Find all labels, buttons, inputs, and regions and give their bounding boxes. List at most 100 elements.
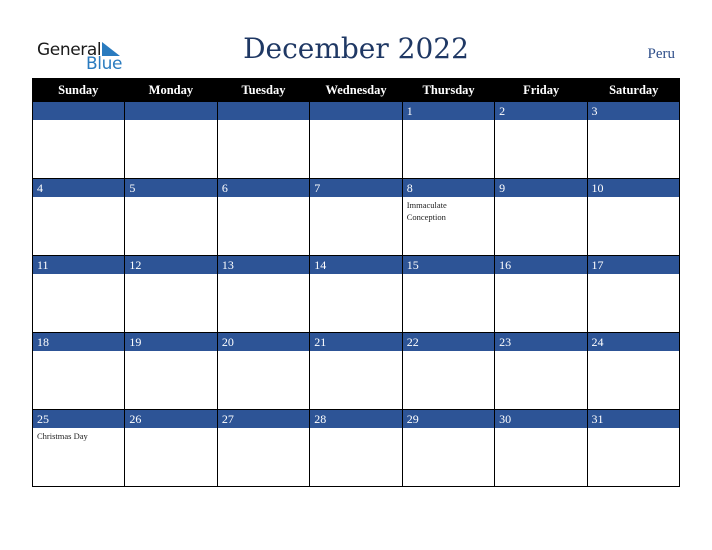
weekday-header: Friday [523,83,560,97]
day-number: 24 [587,333,679,351]
holiday-label [588,274,679,276]
day-number: 22 [402,333,495,351]
week-row: 4 5 6 7 8 Immaculate Conception 9 10 [32,179,680,256]
week-row: 11 12 13 14 15 16 17 [32,256,680,333]
day-number: 17 [587,256,679,274]
day-cell[interactable]: 7 [310,179,403,256]
day-cell[interactable]: 25 Christmas Day [33,410,126,487]
day-number: 14 [310,256,402,274]
holiday-label [403,351,494,353]
day-cell[interactable]: 10 [587,179,680,256]
holiday-label [218,428,309,430]
holiday-label [125,197,216,199]
holiday-label [33,120,124,122]
holiday-label [495,274,586,276]
holiday-label [125,120,216,122]
holiday-label [310,351,401,353]
day-number [125,102,217,120]
holiday-label [218,274,309,276]
holiday-label [218,197,309,199]
holiday-label [403,274,494,276]
day-cell[interactable] [217,102,311,179]
day-cell[interactable]: 26 [125,410,218,487]
day-number: 31 [587,410,679,428]
day-cell[interactable]: 14 [310,256,403,333]
day-number: 10 [587,179,679,197]
day-cell[interactable]: 16 [495,256,588,333]
day-number: 16 [495,256,587,274]
day-cell[interactable]: 8 Immaculate Conception [402,179,496,256]
holiday-label [33,351,124,353]
day-cell[interactable]: 31 [587,410,680,487]
day-cell[interactable]: 5 [125,179,218,256]
holiday-label [588,428,679,430]
day-cell[interactable]: 17 [587,256,680,333]
holiday-label: Christmas Day [37,431,88,441]
day-cell[interactable]: 23 [495,333,588,410]
holiday-label [495,197,586,199]
day-number: 6 [217,179,310,197]
day-number: 26 [125,410,217,428]
day-cell[interactable]: 13 [217,256,311,333]
holiday-label [495,351,586,353]
calendar-grid: Sunday Monday Tuesday Wednesday Thursday… [32,78,680,487]
day-cell[interactable]: 2 [495,102,588,179]
day-cell[interactable]: 29 [402,410,496,487]
holiday-label [588,120,679,122]
holiday-label [310,428,401,430]
day-cell[interactable] [125,102,218,179]
day-number: 7 [310,179,402,197]
day-number [217,102,310,120]
day-number: 18 [33,333,125,351]
day-cell[interactable]: 28 [310,410,403,487]
day-number: 30 [495,410,587,428]
holiday-label [403,428,494,430]
day-cell[interactable] [310,102,403,179]
holiday-label [33,197,124,199]
day-cell[interactable]: 15 [402,256,496,333]
holiday-label [403,120,494,122]
day-number: 23 [495,333,587,351]
day-number: 20 [217,333,310,351]
day-number: 11 [33,256,125,274]
day-number: 1 [402,102,495,120]
holiday-label [125,428,216,430]
day-cell[interactable]: 19 [125,333,218,410]
day-number: 12 [125,256,217,274]
day-cell[interactable]: 3 [587,102,680,179]
calendar-title: December 2022 [243,32,469,65]
holiday-label [310,274,401,276]
day-cell[interactable]: 20 [217,333,311,410]
day-cell[interactable]: 12 [125,256,218,333]
weekday-header: Sunday [58,83,99,97]
country-label: Peru [647,46,676,62]
week-row: 123 [32,102,680,179]
holiday-label [588,351,679,353]
day-cell[interactable]: 18 [33,333,126,410]
day-cell[interactable]: 1 [402,102,496,179]
day-number: 25 [33,410,125,428]
day-cell[interactable]: 27 [217,410,311,487]
holiday-label [310,120,401,122]
day-number: 4 [33,179,125,197]
day-cell[interactable]: 11 [33,256,126,333]
holiday-label [588,197,679,199]
day-number: 13 [217,256,310,274]
day-cell[interactable]: 9 [495,179,588,256]
day-cell[interactable]: 21 [310,333,403,410]
holiday-label [495,428,586,430]
day-number: 2 [495,102,587,120]
day-cell[interactable]: 24 [587,333,680,410]
day-number: 9 [495,179,587,197]
holiday-label [125,351,216,353]
weekday-header: Wednesday [325,83,387,97]
day-number: 21 [310,333,402,351]
holiday-label [310,197,401,199]
day-cell[interactable]: 30 [495,410,588,487]
day-cell[interactable]: 4 [33,179,126,256]
day-number: 5 [125,179,217,197]
day-cell[interactable]: 6 [217,179,311,256]
day-cell[interactable]: 22 [402,333,496,410]
day-cell[interactable] [33,102,126,179]
holiday-label [125,274,216,276]
